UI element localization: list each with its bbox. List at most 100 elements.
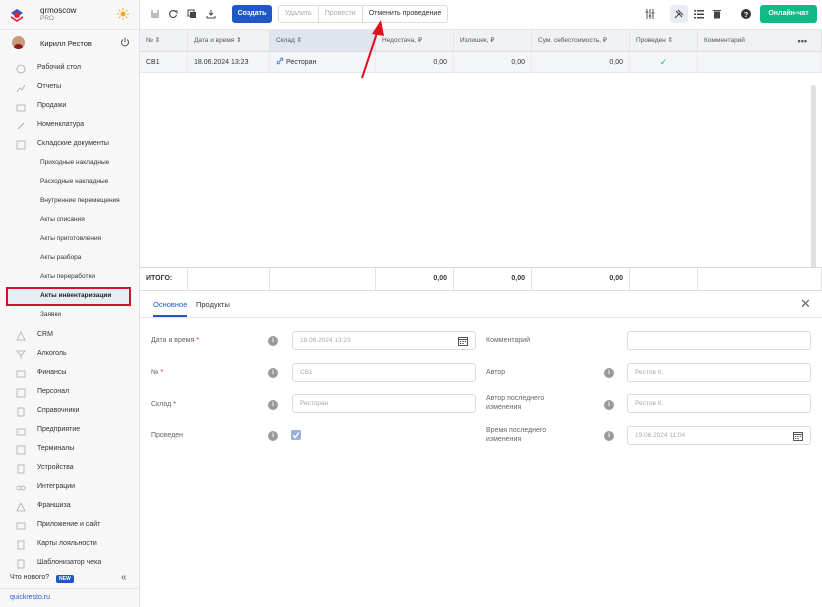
documents-grid: № ⇕ Дата и время ⇕ Склад ⇕ Недостача, ₽ … — [140, 30, 822, 290]
footer-cost: 0,00 — [532, 267, 630, 290]
column-header-comment[interactable]: Комментарий ••• — [698, 30, 822, 52]
action-button-group: Удалить Провести Отменить проведение — [278, 5, 449, 23]
sidebar-item-franchise[interactable]: Франшиза — [0, 497, 139, 516]
footer-cell — [630, 267, 698, 290]
svg-text:?: ? — [744, 10, 749, 19]
close-icon[interactable]: ✕ — [800, 296, 811, 312]
sidebar-subitem-writeoffs[interactable]: Акты списания — [0, 211, 139, 230]
sidebar-subitem-requests[interactable]: Заявки — [0, 306, 139, 325]
theme-sun-icon[interactable] — [117, 8, 129, 20]
online-chat-button[interactable]: Онлайн-чат — [760, 5, 817, 23]
info-icon[interactable]: i — [604, 368, 614, 378]
sidebar-subitem-inventory[interactable]: Акты инвентаризации — [6, 287, 131, 306]
column-header-datetime[interactable]: Дата и время ⇕ — [188, 30, 270, 52]
posted-checkbox[interactable] — [291, 430, 301, 440]
sidebar-item-finance[interactable]: Финансы — [0, 364, 139, 383]
list-icon[interactable] — [694, 9, 704, 19]
user-row[interactable]: Кирилл Рестов — [0, 33, 139, 55]
tab-divider — [140, 317, 822, 318]
sidebar-item-staff[interactable]: Персонал — [0, 383, 139, 402]
copy-icon[interactable] — [187, 9, 197, 19]
column-header-posted[interactable]: Проведен ⇕ — [630, 30, 698, 52]
refresh-icon[interactable] — [168, 9, 178, 19]
warehouse-label: Склад * — [151, 401, 176, 408]
warehouse-icon — [16, 140, 26, 150]
comment-field[interactable] — [627, 331, 811, 350]
info-icon[interactable]: i — [268, 368, 278, 378]
info-icon[interactable]: i — [268, 400, 278, 410]
sidebar-item-reports[interactable]: Отчеты — [0, 78, 139, 97]
datetime-field[interactable]: 18.06.2024 13:23 — [292, 331, 476, 350]
tools-icon[interactable] — [674, 9, 684, 19]
new-badge: NEW — [56, 575, 74, 583]
delete-button[interactable]: Удалить — [279, 6, 319, 22]
info-icon[interactable]: i — [268, 431, 278, 441]
app-site-icon — [16, 522, 26, 530]
create-button[interactable]: Создать — [232, 5, 272, 23]
help-icon[interactable]: ? — [741, 9, 751, 19]
sidebar-item-terminals[interactable]: Терминалы — [0, 440, 139, 459]
sidebar-subitem-incoming[interactable]: Приходные накладные — [0, 154, 139, 173]
warehouse-field[interactable]: Ресторан — [292, 394, 476, 413]
sidebar-subitem-preparation[interactable]: Акты приготовления — [0, 230, 139, 249]
sidebar-subitem-transfers[interactable]: Внутренние перемещения — [0, 192, 139, 211]
sidebar-item-nomenclature[interactable]: Номенклатура — [0, 116, 139, 135]
download-icon[interactable] — [206, 9, 216, 19]
comment-label: Комментарий — [486, 337, 531, 344]
column-header-surplus[interactable]: Излишек, ₽ — [454, 30, 532, 52]
sidebar-subitem-processing[interactable]: Акты переработки — [0, 268, 139, 287]
tab-products[interactable]: Продукты — [196, 300, 230, 309]
sidebar-item-enterprise[interactable]: Предприятие — [0, 421, 139, 440]
sidebar-subitem-disassembly[interactable]: Акты разбора — [0, 249, 139, 268]
save-icon[interactable] — [150, 9, 160, 19]
required-asterisk: * — [194, 337, 200, 344]
checkmark-icon — [292, 432, 300, 439]
sidebar-item-warehouse-docs[interactable]: Складские документы — [0, 135, 139, 154]
link-icon[interactable] — [276, 57, 284, 65]
sidebar-item-app-site[interactable]: Приложение и сайт — [0, 516, 139, 535]
column-header-warehouse[interactable]: Склад ⇕ — [270, 30, 376, 52]
site-link[interactable]: quickresto.ru — [10, 594, 50, 601]
directory-icon — [17, 407, 25, 417]
cell-cost: 0,00 — [532, 52, 630, 73]
sidebar-item-alcohol[interactable]: Алкоголь — [0, 345, 139, 364]
cell-datetime: 18.06.2024 13:23 — [188, 52, 270, 73]
logout-power-icon[interactable] — [120, 37, 130, 47]
post-button[interactable]: Провести — [319, 6, 363, 22]
calendar-icon[interactable] — [793, 431, 803, 441]
column-header-cost[interactable]: Сум. себестоимость, ₽ — [532, 30, 630, 52]
number-field[interactable]: СВ1 — [292, 363, 476, 382]
filter-sliders-icon[interactable] — [645, 9, 655, 19]
cell-shortage: 0,00 — [376, 52, 454, 73]
avatar — [12, 36, 25, 49]
tab-main[interactable]: Основное — [153, 300, 188, 317]
sidebar-subitem-outgoing[interactable]: Расходные накладные — [0, 173, 139, 192]
whats-new-link[interactable]: Что нового? — [10, 574, 49, 581]
sidebar-item-crm[interactable]: CRM — [0, 326, 139, 345]
author-label: Автор — [486, 369, 506, 376]
unpost-button[interactable]: Отменить проведение — [363, 6, 448, 22]
trash-icon[interactable] — [712, 9, 722, 19]
sidebar-item-desktop[interactable]: Рабочий стол — [0, 59, 139, 78]
sidebar-item-devices[interactable]: Устройства — [0, 459, 139, 478]
calendar-icon[interactable] — [458, 336, 468, 346]
grid-scrollbar[interactable] — [811, 85, 816, 289]
enterprise-icon — [16, 428, 26, 436]
info-icon[interactable]: i — [604, 431, 614, 441]
sidebar-item-integrations[interactable]: Интеграции — [0, 478, 139, 497]
more-options-icon[interactable]: ••• — [798, 30, 807, 52]
sidebar-item-receipt-template[interactable]: Шаблонизатор чека — [0, 554, 139, 573]
sort-icon: ⇕ — [236, 37, 242, 44]
sidebar-item-sales[interactable]: Продажи — [0, 97, 139, 116]
column-header-number[interactable]: № ⇕ — [140, 30, 188, 52]
info-icon[interactable]: i — [268, 336, 278, 346]
finance-icon — [16, 370, 26, 378]
info-icon[interactable]: i — [604, 400, 614, 410]
user-name: Кирилл Рестов — [40, 39, 92, 48]
number-label: № * — [151, 369, 164, 376]
sidebar-item-directories[interactable]: Справочники — [0, 402, 139, 421]
collapse-sidebar-icon[interactable]: « — [121, 572, 127, 583]
footer-surplus: 0,00 — [454, 267, 532, 290]
sidebar-item-loyalty[interactable]: Карты лояльности — [0, 535, 139, 554]
column-header-shortage[interactable]: Недостача, ₽ — [376, 30, 454, 52]
